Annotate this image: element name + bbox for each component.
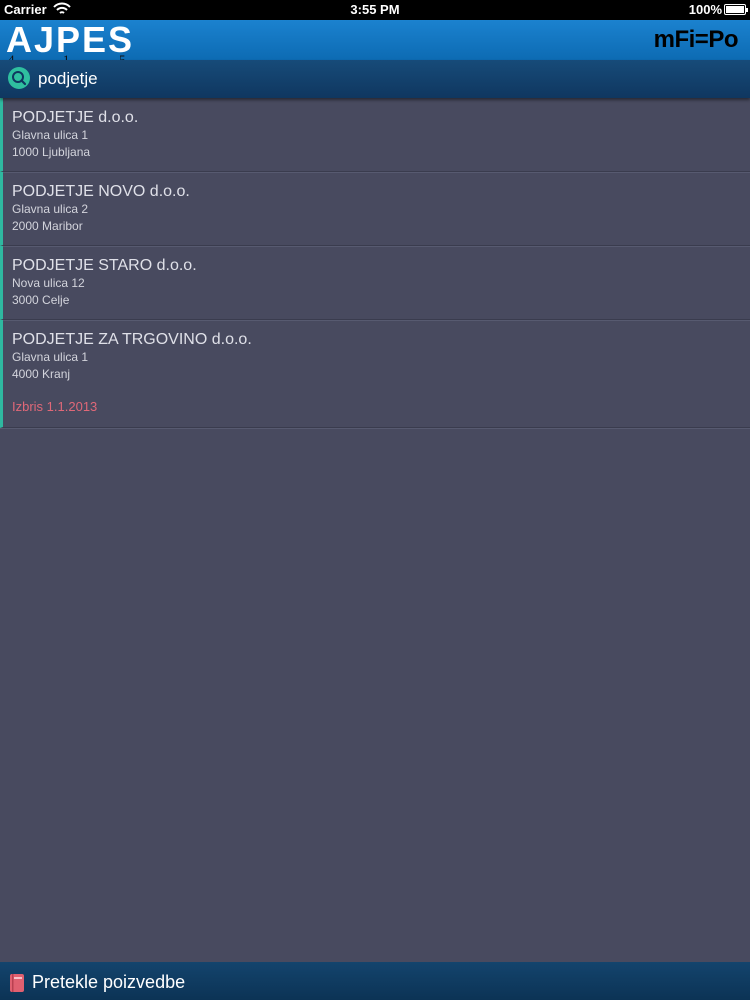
list-item[interactable]: PODJETJE NOVO d.o.o. Glavna ulica 2 2000… [0,172,750,246]
search-bar [0,60,750,98]
search-icon[interactable] [7,66,31,90]
past-queries-bar[interactable]: Pretekle poizvedbe [0,962,750,1000]
company-city: 1000 Ljubljana [12,145,91,159]
company-name: PODJETJE ZA TRGOVINO d.o.o. [12,331,252,348]
company-street: Nova ulica 12 [12,276,85,290]
mfipo-logo: mFi=Po [653,26,739,53]
results-list: PODJETJE d.o.o. Glavna ulica 1 1000 Ljub… [0,98,750,428]
list-item[interactable]: PODJETJE ZA TRGOVINO d.o.o. Glavna ulica… [0,320,750,428]
book-icon [10,974,24,992]
app-header: AJPES 4 1 5 mFi=Po [0,19,750,68]
search-input[interactable] [38,68,728,90]
company-street: Glavna ulica 1 [12,128,89,142]
status-bar: Carrier 3:55 PM 100% [0,0,750,20]
ajpes-logo: AJPES 4 1 5 [6,19,135,68]
company-city: 3000 Celje [12,293,70,307]
company-name: PODJETJE NOVO d.o.o. [12,183,190,200]
company-name: PODJETJE STARO d.o.o. [12,257,197,274]
clock: 3:55 PM [350,2,400,17]
company-name: PODJETJE d.o.o. [12,109,139,126]
company-city: 2000 Maribor [12,219,83,233]
ajpes-logo-text: AJPES [6,19,135,60]
battery-percentage: 100% [688,2,722,17]
deletion-status: Izbris 1.1.2013 [12,399,98,414]
list-item[interactable]: PODJETJE STARO d.o.o. Nova ulica 12 3000… [0,246,750,320]
past-queries-label[interactable]: Pretekle poizvedbe [32,972,185,993]
company-street: Glavna ulica 2 [12,202,89,216]
list-item[interactable]: PODJETJE d.o.o. Glavna ulica 1 1000 Ljub… [0,98,750,172]
battery-icon [724,4,748,15]
company-street: Glavna ulica 1 [12,350,89,364]
company-city: 4000 Kranj [12,367,71,381]
